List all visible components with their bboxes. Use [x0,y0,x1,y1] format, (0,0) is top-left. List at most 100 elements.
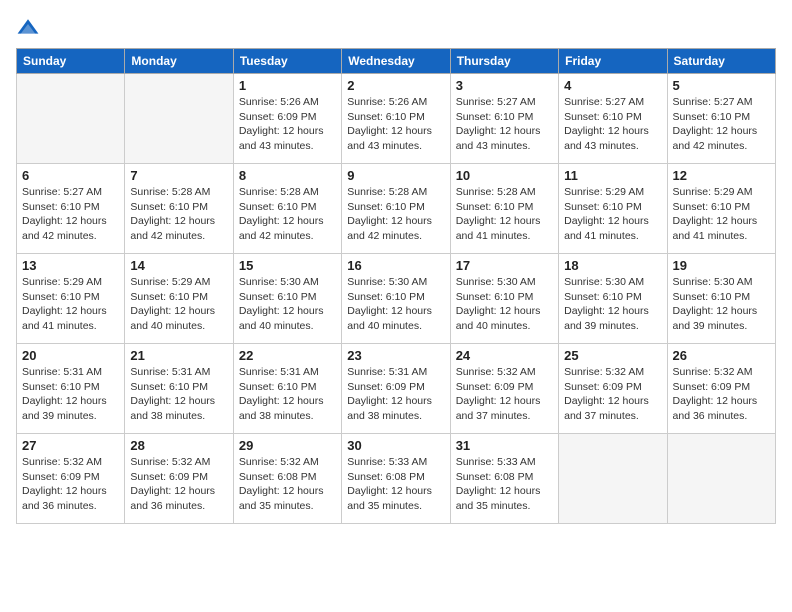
day-info: Sunrise: 5:29 AM Sunset: 6:10 PM Dayligh… [130,275,227,334]
day-info: Sunrise: 5:28 AM Sunset: 6:10 PM Dayligh… [347,185,444,244]
day-info: Sunrise: 5:32 AM Sunset: 6:08 PM Dayligh… [239,455,336,514]
calendar-header: SundayMondayTuesdayWednesdayThursdayFrid… [17,49,776,74]
calendar-cell: 23 Sunrise: 5:31 AM Sunset: 6:09 PM Dayli… [342,344,450,434]
day-number: 8 [239,168,336,183]
day-info: Sunrise: 5:31 AM Sunset: 6:10 PM Dayligh… [239,365,336,424]
day-info: Sunrise: 5:29 AM Sunset: 6:10 PM Dayligh… [564,185,661,244]
day-number: 20 [22,348,119,363]
calendar-cell: 7 Sunrise: 5:28 AM Sunset: 6:10 PM Daylig… [125,164,233,254]
calendar-cell: 21Sunrise: 5:31 AM Sunset: 6:10 PM Dayli… [125,344,233,434]
calendar-cell: 5Sunrise: 5:27 AM Sunset: 6:10 PM Daylig… [667,74,775,164]
calendar-cell: 28 Sunrise: 5:32 AM Sunset: 6:09 PM Dayli… [125,434,233,524]
calendar-cell: 16 Sunrise: 5:30 AM Sunset: 6:10 PM Dayli… [342,254,450,344]
day-number: 7 [130,168,227,183]
weekday-header-tuesday: Tuesday [233,49,341,74]
day-info: Sunrise: 5:28 AM Sunset: 6:10 PM Dayligh… [130,185,227,244]
day-info: Sunrise: 5:30 AM Sunset: 6:10 PM Dayligh… [456,275,553,334]
day-number: 31 [456,438,553,453]
calendar-cell: 2Sunrise: 5:26 AM Sunset: 6:10 PM Daylig… [342,74,450,164]
calendar-cell: 19 Sunrise: 5:30 AM Sunset: 6:10 PM Dayli… [667,254,775,344]
day-number: 25 [564,348,661,363]
calendar-cell: 4 Sunrise: 5:27 AM Sunset: 6:10 PM Daylig… [559,74,667,164]
calendar-cell: 12 Sunrise: 5:29 AM Sunset: 6:10 PM Dayli… [667,164,775,254]
day-info: Sunrise: 5:32 AM Sunset: 6:09 PM Dayligh… [22,455,119,514]
day-info: Sunrise: 5:30 AM Sunset: 6:10 PM Dayligh… [564,275,661,334]
calendar-cell: 31 Sunrise: 5:33 AM Sunset: 6:08 PM Dayli… [450,434,558,524]
day-number: 1 [239,78,336,93]
day-number: 26 [673,348,770,363]
calendar-cell: 18 Sunrise: 5:30 AM Sunset: 6:10 PM Dayli… [559,254,667,344]
day-number: 21 [130,348,227,363]
day-info: Sunrise: 5:27 AM Sunset: 6:10 PM Dayligh… [456,95,553,154]
calendar-cell [17,74,125,164]
calendar-cell: 15 Sunrise: 5:30 AM Sunset: 6:10 PM Dayli… [233,254,341,344]
day-number: 13 [22,258,119,273]
day-info: Sunrise: 5:27 AM Sunset: 6:10 PM Dayligh… [564,95,661,154]
day-number: 6 [22,168,119,183]
calendar-week-row: 13 Sunrise: 5:29 AM Sunset: 6:10 PM Dayli… [17,254,776,344]
day-number: 27 [22,438,119,453]
day-info: Sunrise: 5:33 AM Sunset: 6:08 PM Dayligh… [456,455,553,514]
day-info: Sunrise: 5:30 AM Sunset: 6:10 PM Dayligh… [673,275,770,334]
day-info: Sunrise: 5:31 AM Sunset: 6:09 PM Dayligh… [347,365,444,424]
calendar-cell: 25 Sunrise: 5:32 AM Sunset: 6:09 PM Dayli… [559,344,667,434]
calendar-cell: 14Sunrise: 5:29 AM Sunset: 6:10 PM Dayli… [125,254,233,344]
calendar-week-row: 1 Sunrise: 5:26 AM Sunset: 6:09 PM Daylig… [17,74,776,164]
calendar-cell: 13Sunrise: 5:29 AM Sunset: 6:10 PM Dayli… [17,254,125,344]
day-info: Sunrise: 5:29 AM Sunset: 6:10 PM Dayligh… [673,185,770,244]
day-number: 29 [239,438,336,453]
day-info: Sunrise: 5:28 AM Sunset: 6:10 PM Dayligh… [456,185,553,244]
weekday-header-saturday: Saturday [667,49,775,74]
day-number: 12 [673,168,770,183]
calendar-cell [667,434,775,524]
calendar-cell [125,74,233,164]
day-number: 15 [239,258,336,273]
calendar-cell: 11 Sunrise: 5:29 AM Sunset: 6:10 PM Dayli… [559,164,667,254]
day-number: 3 [456,78,553,93]
calendar-body: 1 Sunrise: 5:26 AM Sunset: 6:09 PM Daylig… [17,74,776,524]
day-info: Sunrise: 5:27 AM Sunset: 6:10 PM Dayligh… [22,185,119,244]
day-info: Sunrise: 5:30 AM Sunset: 6:10 PM Dayligh… [347,275,444,334]
day-info: Sunrise: 5:30 AM Sunset: 6:10 PM Dayligh… [239,275,336,334]
calendar-cell: 26 Sunrise: 5:32 AM Sunset: 6:09 PM Dayli… [667,344,775,434]
day-number: 4 [564,78,661,93]
weekday-header-monday: Monday [125,49,233,74]
day-info: Sunrise: 5:33 AM Sunset: 6:08 PM Dayligh… [347,455,444,514]
calendar-cell: 3 Sunrise: 5:27 AM Sunset: 6:10 PM Daylig… [450,74,558,164]
day-number: 9 [347,168,444,183]
weekday-header-row: SundayMondayTuesdayWednesdayThursdayFrid… [17,49,776,74]
day-number: 17 [456,258,553,273]
day-number: 19 [673,258,770,273]
day-number: 28 [130,438,227,453]
day-number: 16 [347,258,444,273]
day-number: 18 [564,258,661,273]
logo [16,16,44,40]
day-number: 2 [347,78,444,93]
day-info: Sunrise: 5:32 AM Sunset: 6:09 PM Dayligh… [673,365,770,424]
calendar-cell: 6 Sunrise: 5:27 AM Sunset: 6:10 PM Daylig… [17,164,125,254]
day-number: 11 [564,168,661,183]
calendar-week-row: 6 Sunrise: 5:27 AM Sunset: 6:10 PM Daylig… [17,164,776,254]
weekday-header-thursday: Thursday [450,49,558,74]
day-info: Sunrise: 5:28 AM Sunset: 6:10 PM Dayligh… [239,185,336,244]
calendar-cell: 30 Sunrise: 5:33 AM Sunset: 6:08 PM Dayli… [342,434,450,524]
calendar-cell: 24Sunrise: 5:32 AM Sunset: 6:09 PM Dayli… [450,344,558,434]
calendar-cell: 8 Sunrise: 5:28 AM Sunset: 6:10 PM Daylig… [233,164,341,254]
day-info: Sunrise: 5:31 AM Sunset: 6:10 PM Dayligh… [22,365,119,424]
weekday-header-wednesday: Wednesday [342,49,450,74]
calendar-cell: 27 Sunrise: 5:32 AM Sunset: 6:09 PM Dayli… [17,434,125,524]
day-info: Sunrise: 5:32 AM Sunset: 6:09 PM Dayligh… [130,455,227,514]
day-number: 24 [456,348,553,363]
page-header [16,16,776,40]
day-info: Sunrise: 5:27 AM Sunset: 6:10 PM Dayligh… [673,95,770,154]
day-number: 30 [347,438,444,453]
calendar-cell: 10Sunrise: 5:28 AM Sunset: 6:10 PM Dayli… [450,164,558,254]
calendar-cell: 17 Sunrise: 5:30 AM Sunset: 6:10 PM Dayli… [450,254,558,344]
calendar-week-row: 27 Sunrise: 5:32 AM Sunset: 6:09 PM Dayli… [17,434,776,524]
calendar-cell: 9 Sunrise: 5:28 AM Sunset: 6:10 PM Daylig… [342,164,450,254]
day-info: Sunrise: 5:26 AM Sunset: 6:09 PM Dayligh… [239,95,336,154]
day-number: 23 [347,348,444,363]
day-number: 22 [239,348,336,363]
calendar-table: SundayMondayTuesdayWednesdayThursdayFrid… [16,48,776,524]
day-info: Sunrise: 5:32 AM Sunset: 6:09 PM Dayligh… [564,365,661,424]
